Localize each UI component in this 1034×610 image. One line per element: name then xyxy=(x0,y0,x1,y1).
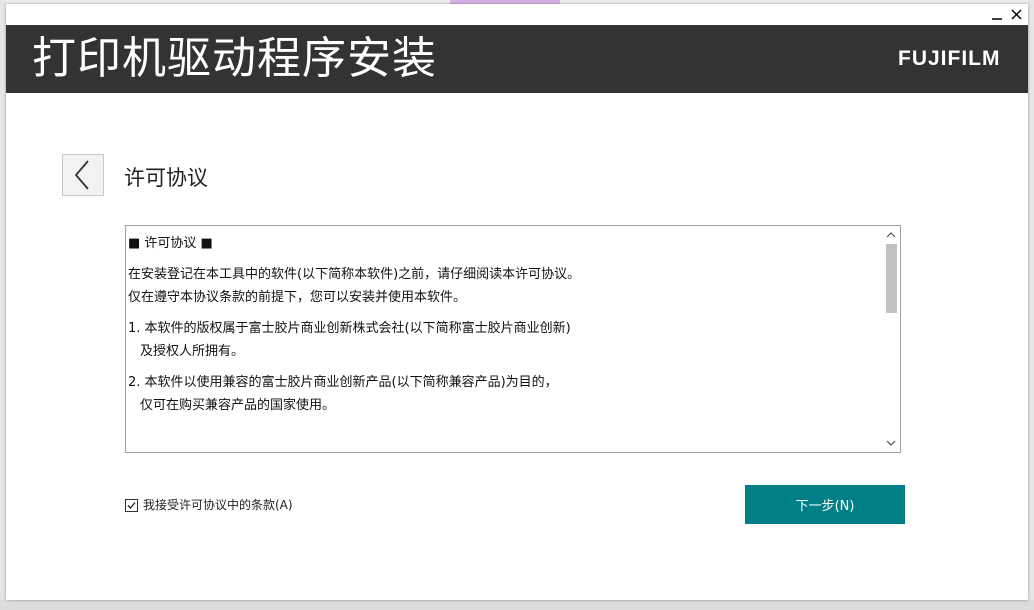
title-bar xyxy=(6,4,1028,25)
header-banner: 打印机驱动程序安装 FUJIFILM xyxy=(6,25,1028,93)
accept-license-label[interactable]: 我接受许可协议中的条款(A) xyxy=(143,497,293,513)
scrollbar-thumb[interactable] xyxy=(886,244,897,313)
fujifilm-logo: FUJIFILM xyxy=(898,47,1001,70)
back-button[interactable] xyxy=(62,154,104,196)
close-icon xyxy=(1011,9,1022,20)
scroll-up-button[interactable] xyxy=(882,227,900,243)
checkmark-icon xyxy=(127,501,136,509)
license-line: 仅在遵守本协议条款的前提下，您可以安装并使用本软件。 xyxy=(128,290,467,305)
license-line: 2. 本软件以使用兼容的富士胶片商业创新产品(以下简称兼容产品)为目的， xyxy=(128,375,558,390)
scroll-down-button[interactable] xyxy=(882,435,900,451)
accept-license-checkbox-row[interactable]: 我接受许可协议中的条款(A) xyxy=(125,497,293,513)
license-text-area[interactable]: ■ 许可协议 ■ 在安装登记在本工具中的软件(以下简称本软件)之前，请仔细阅读本许… xyxy=(125,225,901,453)
license-line: 仅可在购买兼容产品的国家使用。 xyxy=(140,398,336,413)
vertical-scrollbar[interactable] xyxy=(882,226,900,452)
chevron-down-icon xyxy=(886,440,896,446)
minimize-button[interactable] xyxy=(986,4,1008,25)
license-paragraph: ■ 许可协议 ■ xyxy=(128,232,880,255)
background-window-bottom xyxy=(0,600,1034,610)
app-title: 打印机驱动程序安装 xyxy=(32,33,437,84)
close-button[interactable] xyxy=(1006,4,1028,25)
license-line: 在安装登记在本工具中的软件(以下简称本软件)之前，请仔细阅读本许可协议。 xyxy=(128,267,581,282)
license-content: ■ 许可协议 ■ 在安装登记在本工具中的软件(以下简称本软件)之前，请仔细阅读本许… xyxy=(128,232,880,425)
license-line: 1. 本软件的版权属于富士胶片商业创新株式会社(以下简称富士胶片商业创新) xyxy=(128,321,571,336)
license-paragraph: 2. 本软件以使用兼容的富士胶片商业创新产品(以下简称兼容产品)为目的， 仅可在购… xyxy=(128,371,880,417)
license-paragraph: 1. 本软件的版权属于富士胶片商业创新株式会社(以下简称富士胶片商业创新) 及授权… xyxy=(128,317,880,363)
background-window-right xyxy=(1028,0,1034,610)
installer-window: 打印机驱动程序安装 FUJIFILM 许可协议 ■ 许可协议 ■ 在安装登记在本工… xyxy=(6,4,1028,600)
chevron-up-icon xyxy=(886,232,896,238)
license-line: 及授权人所拥有。 xyxy=(140,344,245,359)
accept-license-checkbox[interactable] xyxy=(125,498,138,512)
license-paragraph: 在安装登记在本工具中的软件(以下简称本软件)之前，请仔细阅读本许可协议。 仅在遵守… xyxy=(128,263,880,309)
page-title: 许可协议 xyxy=(124,166,208,190)
license-line: ■ 许可协议 ■ xyxy=(128,236,213,251)
minimize-icon xyxy=(992,18,1002,20)
next-button[interactable]: 下一步(N) xyxy=(745,485,905,524)
chevron-left-icon xyxy=(74,160,89,190)
